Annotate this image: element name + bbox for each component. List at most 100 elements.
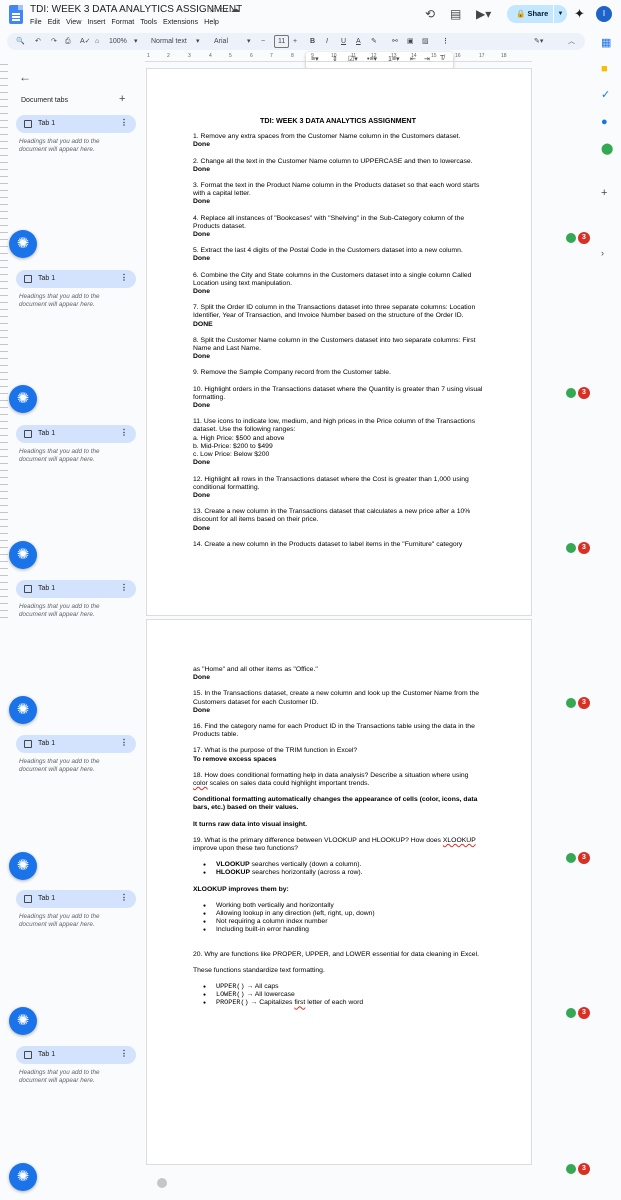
more-options-icon[interactable]: ⋮ [442,36,449,47]
bold-icon[interactable]: B [310,36,315,47]
tab-options-icon[interactable]: ⋮ [120,738,128,747]
insert-comment-icon[interactable]: ▣ [407,36,414,47]
comments-icon[interactable]: ▤ [450,6,461,22]
paint-format-icon[interactable]: ⌂ [95,36,99,47]
font-select[interactable]: Arial [214,36,228,47]
link-icon[interactable]: ⚯ [392,36,398,47]
history-icon[interactable]: ⟲ [425,6,435,22]
menu-insert[interactable]: Insert [87,17,105,26]
answer-18-summary: It turns raw data into visual insight. [193,820,308,828]
tab-item[interactable]: Tab 1 ⋮ [16,735,136,753]
tab-hint: Headings that you add to the document wi… [19,293,100,308]
menu-edit[interactable]: Edit [48,17,60,26]
font-size-input[interactable]: 11 [274,35,290,48]
style-dropdown-icon[interactable]: ▾ [196,36,200,47]
spellcheck-icon[interactable]: A✓ [80,36,91,47]
gemini-icon[interactable]: ✦ [574,6,585,22]
outline-marker-icon[interactable] [157,1178,167,1188]
menu-help[interactable]: Help [204,17,219,26]
docs-logo-icon[interactable] [9,5,23,24]
tab-item[interactable]: Tab 1 ⋮ [16,270,136,288]
gemini-assist-button[interactable]: ✺ [9,1007,37,1035]
horizontal-ruler[interactable]: 1 2 3 4 5 6 7 8 9 10 11 12 13 14 15 16 1… [145,52,532,62]
tab-options-icon[interactable]: ⋮ [120,273,128,282]
tab-options-icon[interactable]: ⋮ [120,1049,128,1058]
tab-options-icon[interactable]: ⋮ [120,118,128,127]
redo-icon[interactable]: ↷ [51,36,57,47]
question-1: 1. Remove any extra spaces from the Cust… [193,133,461,141]
expand-panel-icon[interactable]: › [601,247,604,259]
tab-label: Tab 1 [38,1051,56,1058]
calendar-icon[interactable]: ▦ [601,37,611,49]
list-item: PROPER() → Capitalizes first letter of e… [193,999,483,1007]
comment-badge[interactable]: 3 [566,542,590,554]
italic-icon[interactable]: I [326,36,328,47]
answer-1: Done [193,141,210,149]
font-dropdown-icon[interactable]: ▾ [247,36,251,47]
page-1-content[interactable]: TDI: WEEK 3 DATA ANALYTICS ASSIGNMENT 1.… [193,116,483,549]
print-icon[interactable]: ⎙ [65,36,71,47]
insert-image-icon[interactable]: ▨ [422,36,429,47]
spelling-flag[interactable]: XLOOKUP [443,837,476,844]
menu-tools[interactable]: Tools [140,17,157,26]
back-arrow-icon[interactable]: ← [19,70,31,84]
meet-icon[interactable]: ▶▾ [476,6,491,22]
tab-options-icon[interactable]: ⋮ [120,583,128,592]
gemini-assist-button[interactable]: ✺ [9,230,37,258]
lock-icon: 🔒 [516,9,526,18]
gemini-assist-button[interactable]: ✺ [9,385,37,413]
tab-options-icon[interactable]: ⋮ [120,428,128,437]
gemini-assist-button[interactable]: ✺ [9,852,37,880]
tab-item[interactable]: Tab 1 ⋮ [16,115,136,133]
tab-item[interactable]: Tab 1 ⋮ [16,1046,136,1064]
spelling-flag[interactable]: first [294,999,305,1006]
search-menus-icon[interactable]: 🔍 [16,36,25,47]
tab-item[interactable]: Tab 1 ⋮ [16,425,136,443]
tab-options-icon[interactable]: ⋮ [120,893,128,902]
keep-icon[interactable]: ■ [601,63,608,75]
comment-badge[interactable]: 3 [566,852,590,864]
menu-view[interactable]: View [66,17,81,26]
editing-mode-icon[interactable]: ✎▾ [534,36,543,47]
comment-badge[interactable]: 3 [566,697,590,709]
decrease-size-icon[interactable]: − [261,36,265,47]
contacts-icon[interactable]: ● [601,116,608,128]
comment-badge[interactable]: 3 [566,387,590,399]
gemini-assist-button[interactable]: ✺ [9,696,37,724]
vertical-ruler[interactable] [0,58,8,618]
underline-icon[interactable]: U [341,36,346,47]
maps-icon[interactable]: ⬤ [601,143,613,155]
cloud-status-icon[interactable]: ☁ [231,4,243,14]
avatar[interactable]: I [596,6,612,22]
gemini-assist-button[interactable]: ✺ [9,541,37,569]
text-color-icon[interactable]: A [356,36,361,47]
hide-menus-icon[interactable]: ︿ [568,36,575,47]
suggestion-icon [566,1008,576,1018]
increase-size-icon[interactable]: + [293,36,297,47]
page-2-content[interactable]: as "Home" and all other items as "Office… [193,666,483,1008]
move-folder-icon[interactable]: ▭ [219,4,231,14]
tasks-icon[interactable]: ✓ [601,89,610,101]
menu-extensions[interactable]: Extensions [163,17,198,26]
gemini-assist-button[interactable]: ✺ [9,1163,37,1191]
function-code: LOWER() [216,991,245,1000]
comment-badge[interactable]: 3 [566,1007,590,1019]
zoom-select[interactable]: 100% [109,36,127,47]
share-dropdown-icon[interactable]: ▼ [553,5,567,23]
menu-file[interactable]: File [30,17,42,26]
undo-icon[interactable]: ↶ [35,36,41,47]
spelling-flag[interactable]: color [193,780,208,787]
tab-item[interactable]: Tab 1 ⋮ [16,580,136,598]
comment-badge[interactable]: 3 [566,232,590,244]
highlight-icon[interactable]: ✎ [371,36,377,47]
ruler-tick: 16 [455,53,461,59]
get-addons-icon[interactable]: + [601,187,607,199]
zoom-dropdown-icon[interactable]: ▾ [134,36,138,47]
menu-format[interactable]: Format [111,17,134,26]
share-button[interactable]: 🔒 Share ▼ [507,5,567,23]
style-select[interactable]: Normal text [151,36,187,47]
add-tab-icon[interactable]: + [119,93,125,105]
star-icon[interactable]: ☆ [208,4,219,14]
comment-badge[interactable]: 3 [566,1163,590,1175]
tab-item[interactable]: Tab 1 ⋮ [16,890,136,908]
